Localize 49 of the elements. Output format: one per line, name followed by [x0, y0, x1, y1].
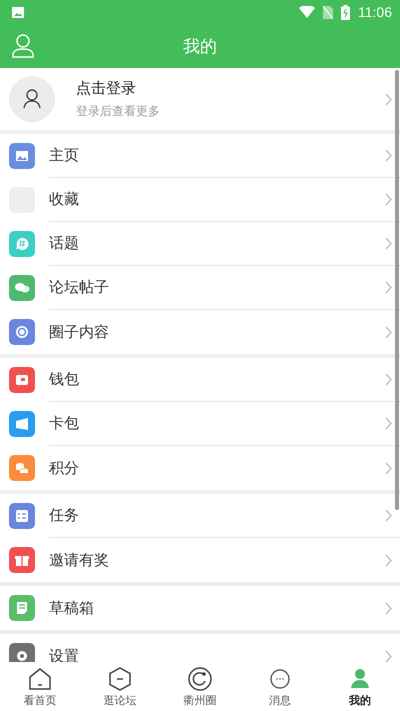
image-icon	[12, 6, 24, 18]
no-sim-icon	[323, 6, 333, 18]
chevron-icon	[385, 373, 392, 386]
avatar-icon	[9, 76, 55, 122]
hexagon-icon	[107, 666, 133, 692]
chevron-icon	[385, 281, 392, 294]
menu-item[interactable]: 邀请有奖	[0, 538, 400, 582]
tab[interactable]: 看首页	[0, 662, 80, 711]
chevron-icon	[385, 326, 392, 338]
menu-item-label: 积分	[49, 458, 80, 478]
login-hint: 登录后查看更多	[76, 102, 161, 120]
login-title: 点击登录	[76, 78, 137, 98]
tab[interactable]: 逛论坛	[80, 662, 160, 711]
chevron-icon	[385, 237, 392, 250]
menu-item-label: 论坛帖子	[49, 278, 110, 297]
page-title: 我的	[183, 36, 217, 58]
menu-item-label: 主页	[49, 146, 80, 165]
tab[interactable]: 消息	[240, 662, 320, 711]
chevron-icon	[385, 602, 392, 614]
wifi-icon	[299, 6, 315, 18]
chevron-icon	[385, 92, 392, 106]
menu-item-label: 设置	[49, 646, 80, 662]
tab[interactable]: 衢州圈	[160, 662, 240, 711]
menu-item-label: 卡包	[49, 414, 80, 433]
menu-item-label: 收藏	[49, 190, 80, 209]
chevron-icon	[385, 462, 392, 474]
chevron-icon	[385, 149, 392, 162]
ring-icon	[187, 666, 213, 692]
home-icon	[27, 666, 53, 692]
menu-item-label: 圈子内容	[49, 322, 110, 342]
menu-item-label: 钱包	[49, 370, 80, 389]
battery-icon	[341, 4, 350, 20]
chevron-icon	[385, 554, 392, 566]
chevron-icon	[385, 417, 392, 430]
menu-item-label: 草稿箱	[49, 598, 95, 618]
chevron-icon	[385, 509, 392, 522]
chevron-icon	[385, 650, 392, 662]
menu-item[interactable]: 积分	[0, 446, 400, 490]
tab[interactable]: 我的	[320, 662, 400, 711]
menu-item[interactable]: 任务	[0, 494, 400, 538]
clock: 11:06	[358, 4, 392, 20]
menu-item-label: 邀请有奖	[49, 550, 110, 570]
menu-item[interactable]: 草稿箱	[0, 586, 400, 630]
menu-item[interactable]: 圈子内容	[0, 310, 400, 354]
user-icon[interactable]	[12, 34, 34, 58]
login-row[interactable]: 点击登录 登录后查看更多	[0, 68, 400, 130]
menu-item-label: 任务	[49, 506, 80, 525]
chevron-icon	[385, 193, 392, 206]
menu-item-label: 话题	[49, 234, 80, 253]
